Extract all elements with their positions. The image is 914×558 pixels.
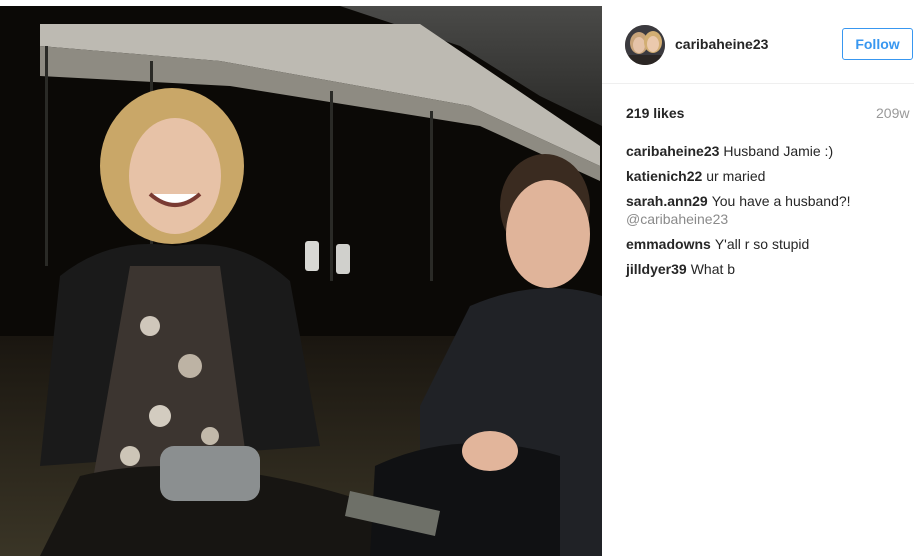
follow-button[interactable]: Follow [842,28,913,60]
photo-illustration [0,6,602,556]
post-side-panel: caribaheine23 Follow 219 likes 209w cari… [602,0,914,558]
comment-mention-link[interactable]: @caribaheine23 [626,211,728,227]
likes-count[interactable]: 219 likes [626,105,684,121]
comment-item: emmadowns Y'all r so stupid [626,235,906,253]
post-header: caribaheine23 Follow [602,0,914,84]
comment-text: Husband Jamie :) [723,143,834,159]
post-photo[interactable] [0,6,602,556]
comments-list: caribaheine23 Husband Jamie :) katienich2… [626,142,906,285]
profile-photo-icon [625,25,665,65]
comment-username[interactable]: emmadowns [626,236,711,252]
comment-username[interactable]: jilldyer39 [626,261,687,277]
comment-item: katienich22 ur maried [626,167,906,185]
comment-text: You have a husband?! [711,193,851,209]
comment-item: caribaheine23 Husband Jamie :) [626,142,906,160]
comment-item: sarah.ann29 You have a husband?! @caribah… [626,192,906,228]
username-link[interactable]: caribaheine23 [675,36,768,52]
comment-username[interactable]: caribaheine23 [626,143,719,159]
comment-text: Y'all r so stupid [714,236,810,252]
avatar[interactable] [625,25,665,65]
comment-item: jilldyer39 What b [626,260,906,278]
comment-text: ur maried [706,168,766,184]
comment-username[interactable]: katienich22 [626,168,702,184]
comment-username[interactable]: sarah.ann29 [626,193,708,209]
comment-text: What b [690,261,736,277]
post-age[interactable]: 209w [876,105,909,121]
